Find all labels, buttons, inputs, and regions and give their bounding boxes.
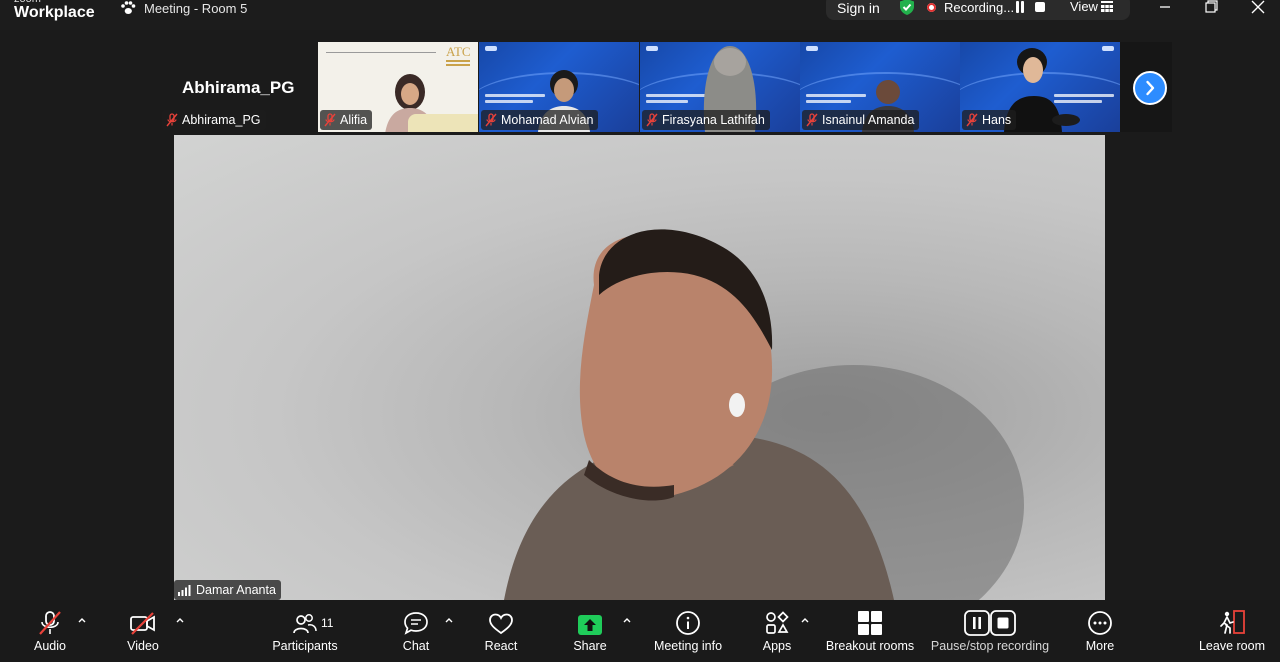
thumbnail-strip: ATC Alifia Mohamad Alvian Firasyana Lath… — [318, 42, 1120, 132]
close-icon[interactable] — [1248, 0, 1268, 16]
video-off-icon — [130, 612, 155, 635]
desk-object — [408, 114, 478, 132]
recording-dot-icon — [927, 3, 936, 12]
info-icon — [676, 611, 700, 635]
meeting-title-text: Meeting - Room 5 — [144, 0, 248, 16]
main-speaker-video[interactable]: Damar Ananta — [174, 135, 1105, 600]
meeting-title[interactable]: Meeting - Room 5 — [120, 0, 247, 16]
participant-name: Mohamad Alvian — [501, 113, 594, 127]
mic-muted-icon — [485, 113, 497, 127]
stop-recording-icon[interactable] — [1035, 2, 1045, 12]
active-participant-name: Abhirama_PG — [182, 78, 295, 97]
slide-logo-subtitle — [446, 58, 470, 74]
participant-tile-hans[interactable]: Hans — [960, 42, 1120, 132]
next-page-button[interactable] — [1133, 71, 1167, 105]
heart-icon — [489, 613, 513, 635]
participant-tile-mohamad-alvian[interactable]: Mohamad Alvian — [479, 42, 639, 132]
participant-name: Hans — [982, 113, 1012, 127]
mic-muted-icon — [966, 113, 978, 127]
video-button[interactable]: Video — [123, 600, 163, 662]
speaker-name-tag: Damar Ananta — [174, 580, 281, 600]
share-button[interactable]: Share — [570, 600, 610, 662]
share-caret-icon[interactable] — [622, 616, 632, 624]
participant-tile-isnainul-amanda[interactable]: Isnainul Amanda — [800, 42, 960, 132]
react-label: React — [484, 639, 518, 653]
minimize-icon[interactable] — [1155, 0, 1175, 16]
meeting-toolbar: Audio Video Participants 11 Chat React S… — [0, 600, 1280, 662]
participants-icon — [293, 614, 317, 634]
slide-line — [326, 52, 436, 53]
participant-tag: Isnainul Amanda — [802, 110, 920, 130]
chat-caret-icon[interactable] — [444, 616, 454, 624]
speaker-figure — [504, 229, 1024, 600]
leave-room-label: Leave room — [1198, 639, 1265, 653]
audio-label: Audio — [34, 639, 66, 653]
breakout-rooms-icon — [858, 611, 882, 635]
chat-label: Chat — [402, 639, 430, 653]
apps-icon — [766, 611, 789, 634]
leave-room-button[interactable]: Leave room — [1196, 600, 1268, 662]
share-label: Share — [573, 639, 607, 653]
title-bar: zoom Workplace Meeting - Room 5 Sign in … — [0, 0, 1280, 30]
participants-count: 11 — [321, 616, 334, 630]
more-label: More — [1085, 639, 1115, 653]
apps-button[interactable]: Apps — [757, 600, 797, 662]
react-button[interactable]: React — [481, 600, 521, 662]
chevron-right-icon — [1146, 80, 1155, 96]
grid-view-icon[interactable] — [1101, 1, 1113, 12]
participant-name: Isnainul Amanda — [822, 113, 915, 127]
sign-in-button[interactable]: Sign in — [837, 0, 880, 16]
chat-icon — [404, 612, 428, 635]
video-caret-icon[interactable] — [175, 616, 185, 624]
participant-name: Firasyana Lathifah — [662, 113, 765, 127]
participant-name: Alifia — [340, 113, 368, 127]
apps-label: Apps — [762, 639, 792, 653]
mic-muted-icon — [166, 113, 178, 127]
meeting-info-button[interactable]: Meeting info — [648, 600, 728, 662]
participants-button[interactable]: Participants — [270, 600, 340, 662]
brand-big: Workplace — [14, 4, 95, 21]
pause-stop-recording-button[interactable]: Pause/stop recording — [928, 600, 1052, 662]
pause-stop-recording-icon — [964, 610, 1016, 636]
restore-icon[interactable] — [1201, 0, 1221, 16]
participant-name: Abhirama_PG — [182, 113, 261, 127]
mic-muted-icon — [806, 113, 818, 127]
audio-caret-icon[interactable] — [77, 616, 87, 624]
more-button[interactable]: More — [1080, 600, 1120, 662]
participant-tag: Hans — [962, 110, 1017, 130]
speaker-name: Damar Ananta — [196, 583, 276, 597]
participant-tile-alifia[interactable]: ATC Alifia — [318, 42, 478, 132]
participant-tag: Mohamad Alvian — [481, 110, 599, 130]
paw-icon — [121, 1, 136, 14]
pause-stop-recording-label: Pause/stop recording — [930, 639, 1050, 653]
participant-tag: Alifia — [320, 110, 373, 130]
mic-muted-icon — [324, 113, 336, 127]
meeting-info-label: Meeting info — [653, 639, 723, 653]
breakout-rooms-label: Breakout rooms — [825, 639, 915, 653]
chat-button[interactable]: Chat — [396, 600, 436, 662]
signal-strength-icon — [178, 584, 191, 596]
shield-check-icon[interactable] — [898, 0, 916, 16]
recording-status[interactable]: Recording... — [944, 0, 1014, 16]
video-label: Video — [127, 639, 159, 653]
active-participant-tag: Abhirama_PG — [162, 110, 266, 130]
audio-button[interactable]: Audio — [30, 600, 70, 662]
participant-tag: Firasyana Lathifah — [642, 110, 770, 130]
app-logo: zoom Workplace — [14, 0, 95, 21]
mic-muted-icon — [39, 611, 61, 635]
apps-caret-icon[interactable] — [800, 616, 810, 624]
more-icon — [1088, 611, 1112, 635]
leave-room-icon — [1220, 610, 1245, 634]
breakout-rooms-button[interactable]: Breakout rooms — [822, 600, 918, 662]
share-screen-icon — [578, 615, 602, 635]
pause-recording-icon[interactable] — [1015, 1, 1025, 13]
view-button[interactable]: View — [1070, 0, 1098, 14]
participant-tile-firasyana-lathifah[interactable]: Firasyana Lathifah — [640, 42, 800, 132]
participants-label: Participants — [272, 639, 338, 653]
mic-muted-icon — [646, 113, 658, 127]
